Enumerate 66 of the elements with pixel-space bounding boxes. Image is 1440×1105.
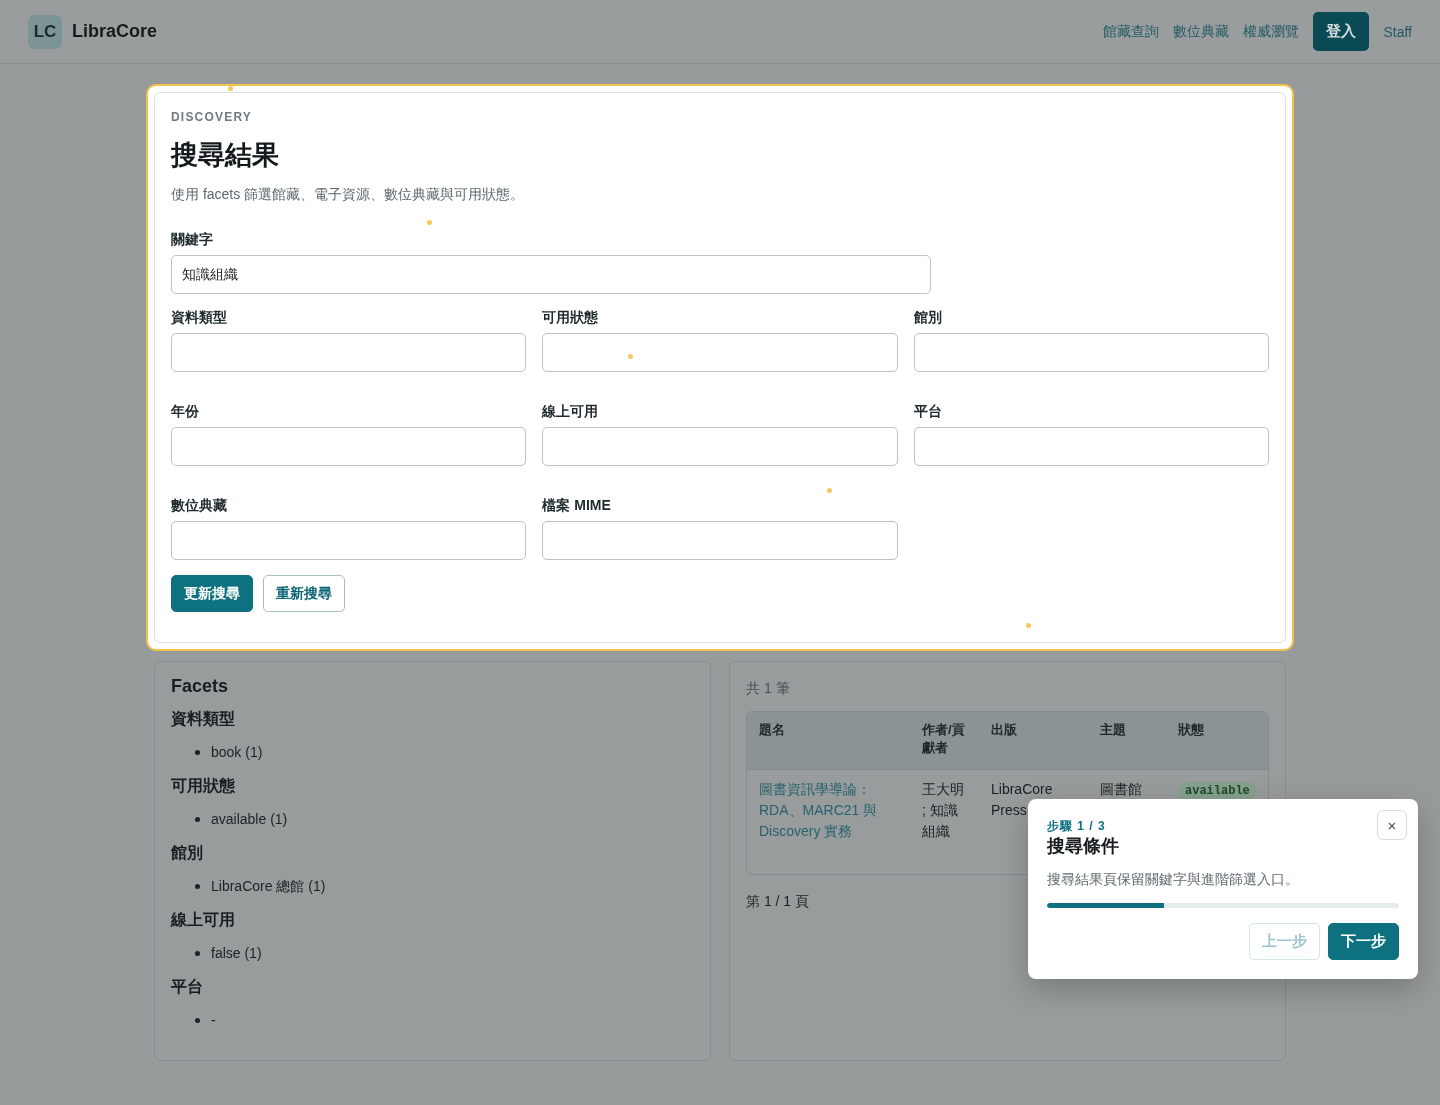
bullet-icon (195, 1017, 200, 1023)
keyword-input[interactable]: 知識組織 (171, 255, 931, 294)
facet-item[interactable]: book (1) (211, 742, 263, 762)
column-header: 出版 (979, 712, 1088, 770)
facets-title: Facets (171, 675, 229, 698)
nav-link[interactable]: 館藏查詢 (1103, 22, 1160, 41)
section-eyebrow: DISCOVERY (171, 109, 253, 125)
reset-search-button[interactable]: 重新搜尋 (263, 575, 345, 612)
field-label: 年份 (171, 402, 199, 421)
table-cell-text: 王大明 ; 知識組織 (922, 780, 965, 841)
bullet-icon (195, 749, 200, 755)
tour-text: 搜尋結果頁保留關鍵字與進階篩選入口。 (1047, 870, 1299, 889)
next-button[interactable]: 下一步 (1328, 923, 1399, 960)
facet-item[interactable]: false (1) (211, 943, 262, 963)
status-badge: available (1178, 782, 1257, 800)
filter-input[interactable] (913, 333, 1269, 372)
close-button[interactable]: × (1377, 810, 1407, 840)
brand-name: LibraCore (72, 21, 158, 42)
facet-item[interactable]: - (211, 1010, 216, 1030)
facet-group-title: 館別 (171, 843, 203, 863)
bullet-icon (195, 816, 200, 822)
filter-input[interactable] (542, 333, 898, 372)
tour-step: 步驟 1 / 3 (1047, 818, 1106, 834)
page-subtitle: 使用 facets 篩選館藏、電子資源、數位典藏與可用狀態。 (171, 185, 525, 204)
dot-icon (628, 354, 633, 359)
field-label: 資料類型 (171, 308, 227, 327)
field-label: 線上可用 (542, 402, 599, 421)
table-cell-text: LibraCore Press (991, 780, 1053, 820)
column-header: 主題 (1088, 712, 1166, 770)
filter-input[interactable] (913, 427, 1269, 466)
result-count: 共 1 筆 (746, 679, 790, 698)
table-cell-text: 圖書館 (1100, 780, 1143, 799)
pagination-text: 第 1 / 1 頁 (746, 892, 810, 911)
nav-link[interactable]: 權威瀏覽 (1243, 22, 1300, 41)
logo-mark: LC (28, 14, 62, 49)
update-search-button[interactable]: 更新搜尋 (171, 575, 253, 612)
field-label: 館別 (913, 308, 942, 327)
dot-icon (1026, 623, 1031, 628)
filter-input[interactable] (171, 333, 527, 372)
facet-group-title: 可用狀態 (171, 776, 235, 796)
field-label: 數位典藏 (171, 496, 227, 515)
page-title: 搜尋結果 (171, 139, 279, 172)
field-label: 關鍵字 (171, 230, 213, 249)
field-label: 平台 (913, 402, 942, 421)
facet-group-title: 線上可用 (171, 910, 235, 930)
bullet-icon (195, 883, 200, 889)
filter-input[interactable] (171, 521, 527, 560)
login-button[interactable]: 登入 (1313, 12, 1370, 51)
column-header: 題名 (747, 712, 910, 770)
column-header: 作者/貢獻者 (910, 712, 979, 770)
dot-icon (827, 488, 832, 493)
filter-input[interactable] (542, 427, 898, 466)
filter-input[interactable] (542, 521, 898, 560)
facet-item[interactable]: available (1) (211, 809, 288, 829)
facet-group-title: 平台 (171, 977, 203, 997)
dot-icon (427, 220, 432, 225)
filter-input[interactable] (171, 427, 527, 466)
nav-link[interactable]: 數位典藏 (1173, 22, 1230, 41)
column-header: 狀態 (1166, 712, 1268, 770)
field-label: 檔案 MIME (542, 496, 611, 515)
facet-group-title: 資料類型 (171, 709, 235, 729)
bullet-icon (195, 950, 200, 956)
tour-title: 搜尋條件 (1047, 835, 1119, 858)
dot-icon (228, 86, 233, 91)
field-label: 可用狀態 (542, 308, 599, 327)
facet-item[interactable]: LibraCore 總館 (1) (211, 876, 326, 896)
